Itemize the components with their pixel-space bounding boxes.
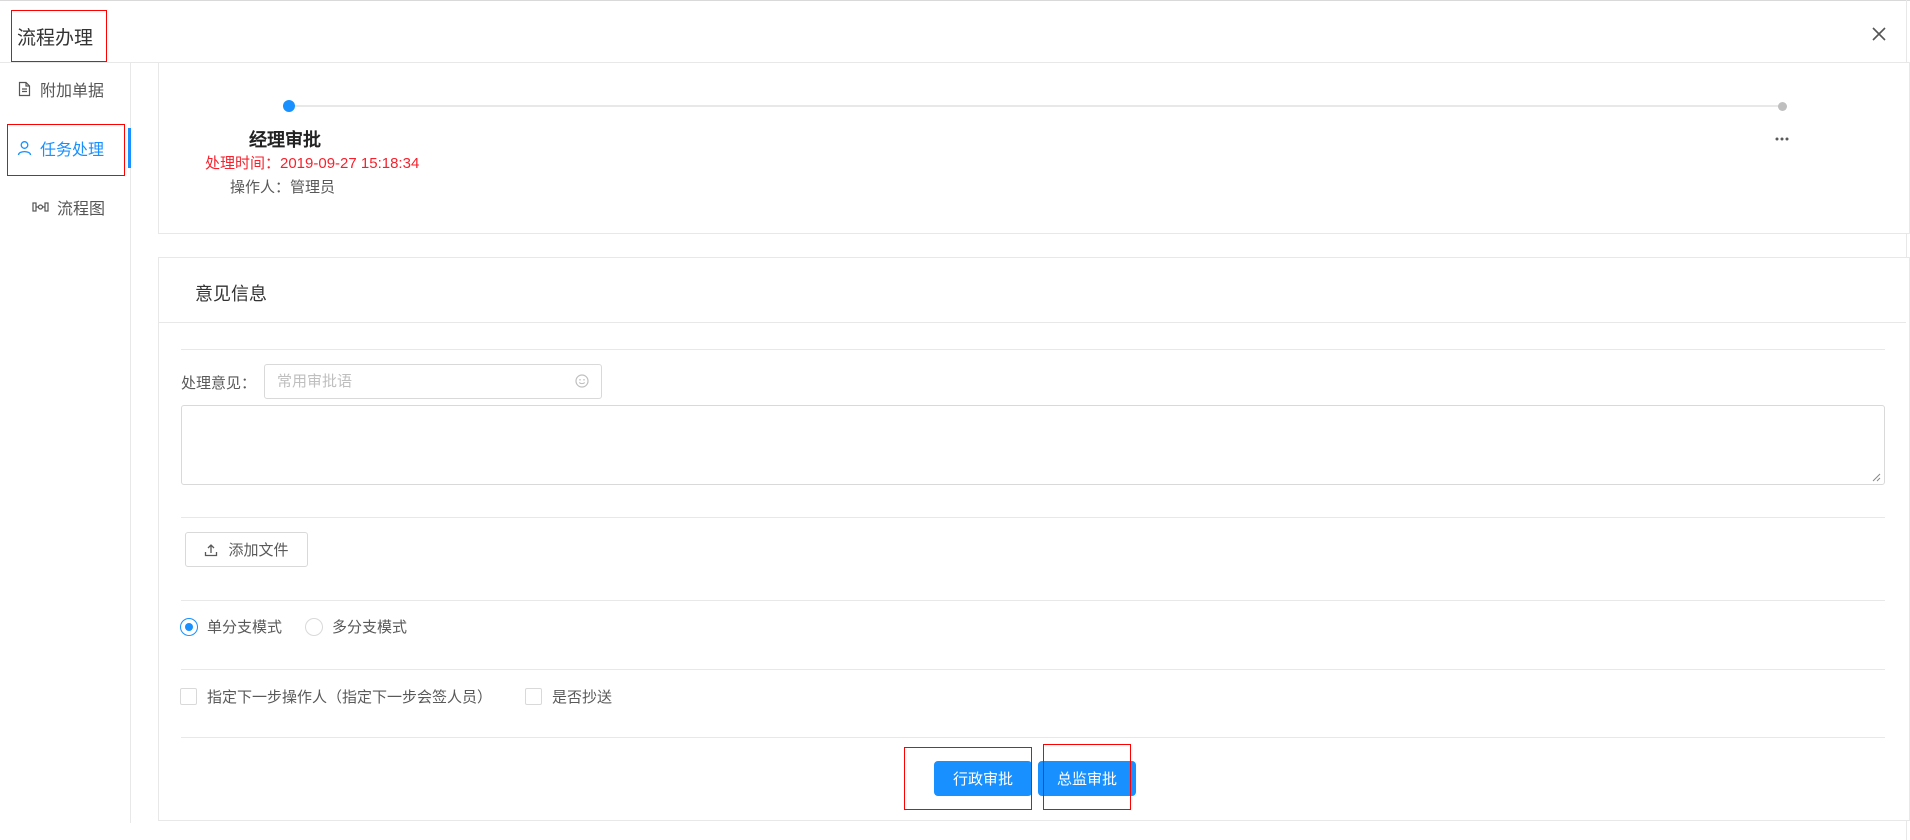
opinion-section-title: 意见信息 bbox=[195, 284, 267, 304]
director-approve-highlight-box bbox=[1043, 744, 1131, 810]
checkbox-cc[interactable]: 是否抄送 bbox=[525, 686, 612, 707]
close-icon[interactable] bbox=[1868, 23, 1890, 45]
sidebar-item-label: 流程图 bbox=[57, 201, 106, 218]
radio-button[interactable] bbox=[180, 617, 198, 636]
radio-label: 多分支模式 bbox=[332, 619, 408, 636]
radio-button[interactable] bbox=[305, 617, 323, 636]
checkbox[interactable] bbox=[180, 688, 197, 705]
radio-single-branch[interactable]: 单分支模式 bbox=[180, 616, 282, 637]
task-highlight-box bbox=[7, 124, 125, 176]
add-file-label: 添加文件 bbox=[228, 542, 289, 559]
checkbox-next-operator[interactable]: 指定下一步操作人（指定下一步会签人员） bbox=[180, 686, 492, 707]
process-steps-card bbox=[158, 63, 1910, 234]
document-icon bbox=[18, 81, 31, 97]
active-indicator bbox=[128, 128, 131, 168]
divider bbox=[181, 737, 1885, 738]
opinion-textarea[interactable] bbox=[181, 405, 1885, 485]
divider bbox=[181, 600, 1885, 601]
upload-icon bbox=[205, 543, 218, 556]
sidebar-item-label: 附加单据 bbox=[40, 83, 105, 100]
step-progress-line bbox=[289, 105, 1784, 107]
step-next-dot bbox=[1778, 102, 1787, 111]
divider bbox=[159, 322, 1906, 323]
step-time: 处理时间：2019-09-27 15:18:34 bbox=[205, 155, 420, 172]
checkbox-label: 指定下一步操作人（指定下一步会签人员） bbox=[207, 689, 493, 706]
checkbox-label: 是否抄送 bbox=[552, 689, 613, 706]
step-current-dot bbox=[283, 100, 295, 112]
admin-approve-highlight-box bbox=[904, 747, 1032, 810]
radio-multi-branch[interactable]: 多分支模式 bbox=[305, 616, 407, 637]
sidebar-item-attachments[interactable]: 附加单据 bbox=[17, 69, 104, 109]
title-highlight-box bbox=[11, 10, 107, 62]
divider bbox=[181, 517, 1885, 518]
ellipsis-icon[interactable] bbox=[1772, 136, 1792, 142]
flowchart-icon bbox=[32, 202, 49, 212]
resize-handle-icon[interactable] bbox=[1871, 472, 1881, 482]
smile-icon[interactable] bbox=[574, 373, 590, 389]
checkbox[interactable] bbox=[525, 688, 542, 705]
sidebar bbox=[0, 63, 131, 823]
divider bbox=[181, 349, 1885, 350]
dialog-header: 流程办理 bbox=[0, 1, 1910, 63]
radio-label: 单分支模式 bbox=[207, 619, 283, 636]
step-operator: 操作人：管理员 bbox=[230, 179, 336, 196]
add-file-button[interactable]: 添加文件 bbox=[185, 532, 308, 567]
common-phrase-input[interactable] bbox=[264, 364, 602, 399]
step-title: 经理审批 bbox=[249, 130, 321, 150]
sidebar-item-flowchart[interactable]: 流程图 bbox=[32, 187, 105, 227]
opinion-label: 处理意见： bbox=[181, 375, 257, 392]
divider bbox=[181, 669, 1885, 670]
